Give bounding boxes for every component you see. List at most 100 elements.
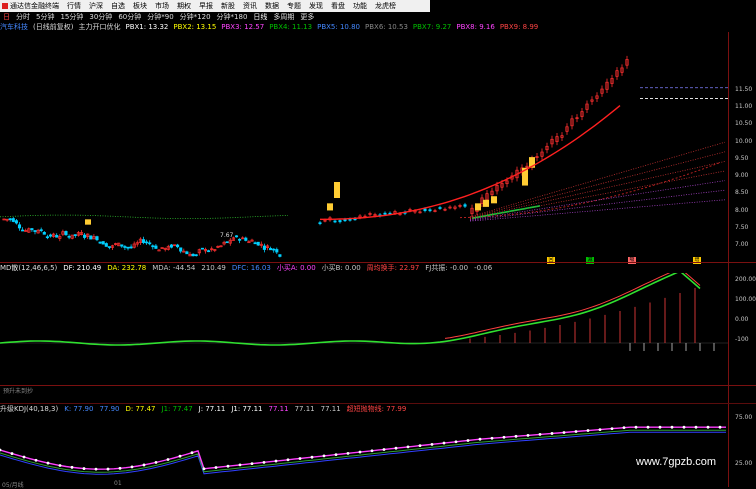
period-tab[interactable]: 60分钟	[115, 12, 144, 22]
kdj-dot	[646, 425, 650, 429]
kdj-dot	[154, 461, 158, 464]
candle-body	[11, 218, 15, 222]
kdj-dot	[286, 458, 290, 462]
kdj-dot	[94, 467, 98, 471]
period-tab-active[interactable]: 日线	[250, 12, 270, 22]
kdj-value: D: 77.47	[125, 405, 156, 413]
candle-body	[33, 230, 37, 232]
kdj-dot	[310, 455, 314, 459]
period-tab[interactable]: 5分钟	[33, 12, 57, 22]
envelope-line	[469, 161, 726, 219]
md-value: DFC: 16.03	[231, 264, 271, 272]
period-tab[interactable]: 分钟*90	[144, 12, 176, 22]
menu-item[interactable]: 行情	[63, 1, 85, 11]
app-title-text: 通达信金融终端	[10, 2, 59, 10]
candle-body	[256, 241, 260, 246]
menu-item[interactable]: 市场	[151, 1, 173, 11]
volume-block	[491, 196, 497, 204]
period-tab[interactable]: 分钟*120	[177, 12, 214, 22]
candle-body	[55, 234, 59, 238]
menu-item[interactable]: 板块	[129, 1, 151, 11]
kdj-dot	[538, 433, 542, 436]
md-value: 周均换手: 22.97	[366, 264, 420, 272]
period-tab[interactable]: 分时	[13, 12, 33, 22]
menu-item[interactable]: 数据	[261, 1, 283, 11]
kdj-dot	[718, 425, 722, 429]
candle-body	[275, 249, 279, 253]
period-tab[interactable]: 30分钟	[86, 12, 115, 22]
kdj-dot	[58, 464, 62, 467]
md-value: 210.49	[201, 264, 226, 272]
candle-body	[194, 254, 198, 257]
kdj-top-label: 预升未到抄	[3, 388, 34, 395]
pbx-value: PBX1: 13.32	[125, 23, 169, 31]
period-tag: 日	[3, 13, 10, 21]
candle-body	[423, 208, 427, 211]
candle-body	[64, 231, 68, 236]
menu-item[interactable]: 沪深	[85, 1, 107, 11]
indicator-name[interactable]: 主力开口优化	[78, 22, 125, 32]
candle-body	[95, 236, 99, 241]
menu-item[interactable]: 期权	[173, 1, 195, 11]
menu-item[interactable]: 看盘	[327, 1, 349, 11]
candle-body	[120, 244, 124, 247]
menu-item[interactable]: 新股	[217, 1, 239, 11]
menu-item[interactable]: 龙虎榜	[371, 1, 400, 11]
price-axis-tick: 10.00	[735, 137, 753, 145]
period-tab[interactable]: 15分钟	[57, 12, 86, 22]
candle-body	[234, 235, 239, 238]
candle-body	[318, 222, 322, 225]
candle-body	[278, 254, 282, 257]
md-axis-tick: 100.00	[735, 296, 756, 303]
kdj-dot	[586, 429, 590, 432]
main-indicator-header: 汽车科技 (日线前复权) 主力开口优化 PBX1: 13.32 PBX2: 13…	[0, 22, 756, 32]
envelope-line	[0, 214, 289, 219]
candle-body	[123, 246, 127, 248]
menu-item[interactable]: 发现	[305, 1, 327, 11]
menu-item[interactable]: 专题	[283, 1, 305, 11]
menu-item[interactable]: 资讯	[239, 1, 261, 11]
md-axis-tick: 0.00	[735, 316, 749, 323]
period-tab[interactable]: 分钟*180	[214, 12, 251, 22]
candle-body	[238, 238, 242, 241]
candle-body	[67, 235, 71, 238]
menu-bar: 通达信金融终端 行情 沪深 自选 板块 市场 期权 早报 新股 资讯 数据 专题…	[0, 0, 430, 12]
price-axis-tick: 9.50	[735, 154, 749, 162]
kdj-indicator-name[interactable]: 升级KDJ(40,18,3)	[0, 404, 64, 414]
kdj-dot	[322, 454, 326, 458]
kdj-dot	[562, 431, 566, 434]
candle-body	[107, 246, 111, 248]
candlestick-chart[interactable]: 7.67	[0, 32, 728, 262]
kdj-dot	[118, 466, 122, 470]
kdj-dot	[622, 426, 626, 430]
pbx-value: PBX4: 11.13	[269, 23, 313, 31]
candle-body	[141, 239, 146, 243]
low-price-label: 7.67	[220, 232, 234, 239]
candle-body	[200, 247, 204, 250]
md-value: DF: 210.49	[63, 264, 102, 272]
md-chart[interactable]	[0, 273, 728, 363]
period-tab[interactable]: 更多	[297, 12, 317, 22]
period-bar: 日 分时 5分钟 15分钟 30分钟 60分钟 分钟*90 分钟*120 分钟*…	[0, 12, 756, 22]
menu-item[interactable]: 早报	[195, 1, 217, 11]
period-tab[interactable]: 多周期	[270, 12, 297, 22]
kdj-axis-tick: 75.00	[735, 414, 753, 421]
kdj-dot	[658, 425, 662, 429]
kdj-dot	[526, 433, 530, 437]
md-indicator-name[interactable]: MD散(12,46,6,5)	[0, 263, 63, 273]
candle-body	[17, 224, 22, 229]
candle-body	[145, 241, 149, 244]
kdj-dot	[142, 463, 146, 467]
kdj-dot	[610, 427, 614, 431]
ma-line	[320, 105, 621, 220]
kdj-chart[interactable]	[0, 414, 728, 480]
candle-body	[126, 246, 130, 249]
kdj-value: 77.11	[268, 405, 289, 413]
menu-item[interactable]: 功能	[349, 1, 371, 11]
menu-item[interactable]: 自选	[107, 1, 129, 11]
pbx-value: PBX5: 10.80	[317, 23, 360, 31]
volume-block	[85, 219, 91, 225]
kdj-dot	[670, 425, 674, 429]
kdj-dot	[238, 463, 242, 467]
candle-body	[148, 242, 152, 245]
